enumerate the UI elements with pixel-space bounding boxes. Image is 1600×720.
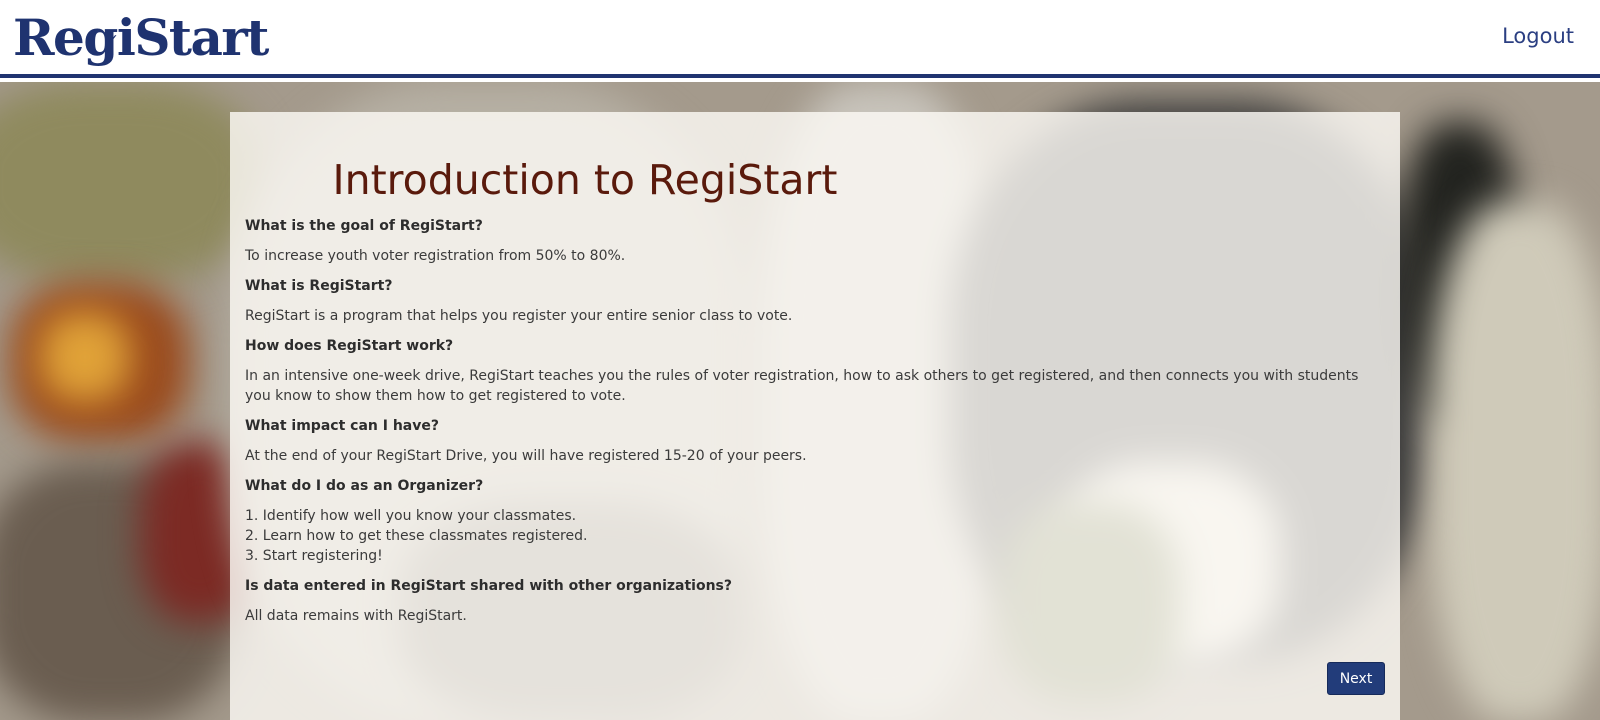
logout-link[interactable]: Logout xyxy=(1502,24,1574,48)
faq-answer-line: All data remains with RegiStart. xyxy=(245,608,467,624)
faq-answer: At the end of your RegiStart Drive, you … xyxy=(245,446,1365,466)
faq-answer-line: 2. Learn how to get these classmates reg… xyxy=(245,528,588,544)
faq-answer: To increase youth voter registration fro… xyxy=(245,246,1365,266)
faq-answer: 1. Identify how well you know your class… xyxy=(245,506,1365,566)
page-title: Introduction to RegiStart xyxy=(332,156,838,204)
top-header: RegiStart ✓ Logout xyxy=(0,0,1600,78)
faq-answer-line: To increase youth voter registration fro… xyxy=(245,248,626,264)
faq-answer-line: 3. Start registering! xyxy=(245,548,383,564)
faq-question: Is data entered in RegiStart shared with… xyxy=(245,578,733,594)
next-button[interactable]: Next xyxy=(1327,662,1385,695)
faq-question: What do I do as an Organizer? xyxy=(245,478,484,494)
faq-answer-line: At the end of your RegiStart Drive, you … xyxy=(245,448,807,464)
registart-logo[interactable]: RegiStart ✓ xyxy=(13,10,269,66)
faq-answer-line: In an intensive one-week drive, RegiStar… xyxy=(245,368,1359,404)
faq-answer: All data remains with RegiStart. xyxy=(245,606,1365,626)
faq-answer-line: 1. Identify how well you know your class… xyxy=(245,508,577,524)
faq-question: What is the goal of RegiStart? xyxy=(245,218,483,234)
checkmark-icon: ✓ xyxy=(107,32,119,48)
faq-question: What impact can I have? xyxy=(245,418,439,434)
faq-answer-line: RegiStart is a program that helps you re… xyxy=(245,308,793,324)
faq-answer: In an intensive one-week drive, RegiStar… xyxy=(245,366,1365,406)
faq-list: What is the goal of RegiStart? To increa… xyxy=(245,216,1365,636)
faq-answer: RegiStart is a program that helps you re… xyxy=(245,306,1365,326)
faq-question: How does RegiStart work? xyxy=(245,338,454,354)
faq-question: What is RegiStart? xyxy=(245,278,393,294)
